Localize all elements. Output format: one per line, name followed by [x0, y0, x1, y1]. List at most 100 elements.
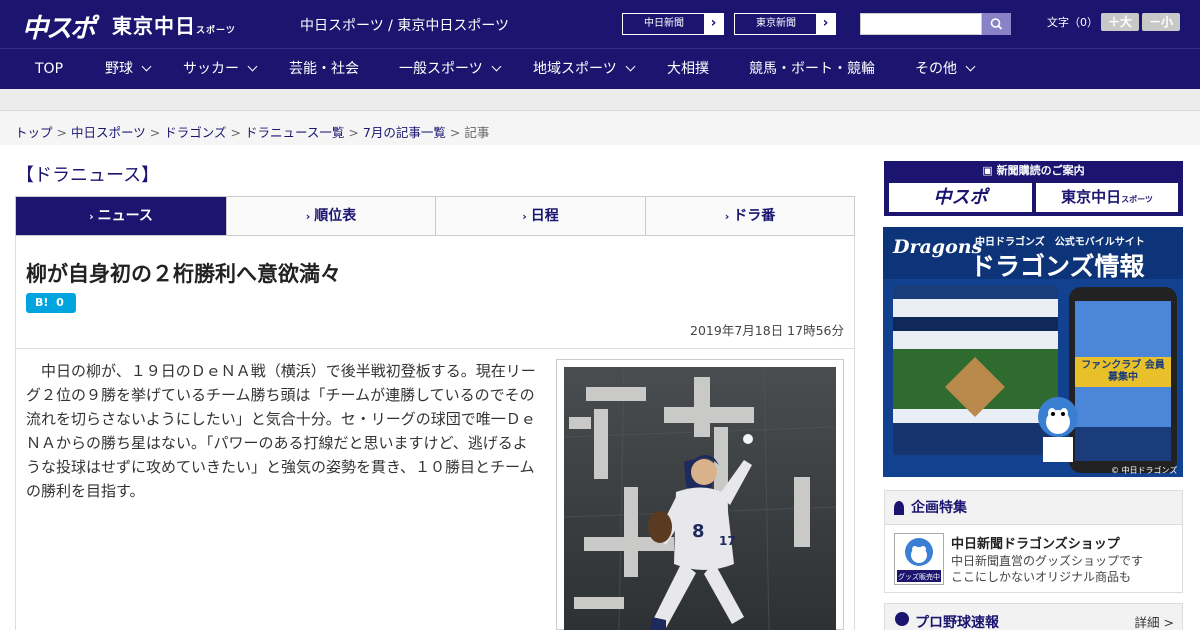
newspaper-icon: ▣	[982, 164, 997, 177]
breadcrumb-july-list[interactable]: 7月の記事一覧	[363, 125, 446, 140]
search-input[interactable]	[860, 13, 982, 35]
nav-item-soccer[interactable]: サッカー	[183, 49, 258, 90]
shop-title-link[interactable]: 中日新聞ドラゴンズショップ	[951, 533, 1120, 552]
article-photo[interactable]: 8 17	[564, 367, 836, 630]
site-header: 中スポ 東京中日スポーツ 中日スポーツ / 東京中日スポーツ 中日新聞 › 東京…	[0, 0, 1200, 48]
feature-heading-text: 企画特集	[911, 500, 967, 516]
news-tabs: › ニュース › 順位表 › 日程 › ドラ番	[15, 196, 855, 236]
breadcrumb-separator: >	[230, 125, 241, 140]
banner-copyright: © 中日ドラゴンズ	[1111, 466, 1178, 475]
tokyo-shimbun-link[interactable]: 東京新聞 ›	[734, 13, 836, 35]
breadcrumb-separator: >	[449, 125, 461, 140]
shop-thumbnail[interactable]: グッズ販売中	[894, 533, 944, 585]
chevron-right-icon: ›	[522, 210, 527, 223]
breadcrumb-separator: >	[56, 125, 67, 140]
svg-text:17: 17	[719, 534, 736, 548]
chevron-down-icon	[141, 61, 152, 72]
chevron-down-icon	[625, 61, 636, 72]
chevron-right-icon: ›	[89, 210, 94, 223]
nav-item-label: 野球	[105, 61, 133, 77]
tokyo-chunichi-subscribe-sub: スポーツ	[1121, 195, 1153, 204]
score-box: プロ野球速報 詳細 >	[884, 603, 1183, 630]
chunichi-shimbun-link[interactable]: 中日新聞 ›	[622, 13, 724, 35]
breadcrumb-dora-news-list[interactable]: ドラニュース一覧	[245, 125, 344, 140]
nav-item-label: 芸能・社会	[289, 61, 359, 77]
tokyo-chunichi-logo-text: 東京中日	[112, 14, 196, 38]
feature-box: 企画特集 グッズ販売中 中日新聞ドラゴンズショップ 中日新聞直営のグッズショップ…	[884, 490, 1183, 593]
nav-item-general-sports[interactable]: 一般スポーツ	[399, 49, 502, 90]
breadcrumb-current: 記事	[464, 125, 490, 140]
font-size-label: 文字（0）	[1047, 16, 1098, 29]
dragons-info-banner[interactable]: Dragons 中日ドラゴンズ 公式モバイルサイト ドラゴンズ情報 ファンクラブ…	[883, 227, 1183, 477]
banner-line2: ドラゴンズ情報	[970, 252, 1145, 281]
nav-item-label: サッカー	[183, 61, 239, 77]
shop-desc-line2: ここにしかないオリジナル商品も	[951, 570, 1132, 584]
ribbon-icon	[894, 501, 904, 515]
tab-dora-ban[interactable]: › ドラ番	[646, 197, 854, 235]
banner-badge: ファンクラブ 会員募集中	[1081, 360, 1165, 383]
chevron-right-icon: ›	[704, 14, 723, 34]
nav-item-label: 一般スポーツ	[399, 61, 483, 77]
hatena-icon: B!	[35, 296, 49, 309]
banner-brand: Dragons	[893, 236, 983, 258]
chevron-right-icon: ›	[305, 210, 311, 223]
nav-item-racing[interactable]: 競馬・ボート・競輪	[749, 49, 875, 90]
shop-thumb-label: グッズ販売中	[898, 573, 940, 581]
feature-heading: 企画特集	[885, 491, 1182, 525]
sub-bar	[0, 89, 1200, 111]
score-details-link[interactable]: 詳細 >	[1135, 612, 1174, 630]
category-heading: 【ドラニュース】	[16, 165, 160, 186]
hatena-bookmark-button[interactable]: B! 0	[26, 293, 76, 313]
search-button[interactable]	[982, 13, 1011, 35]
nav-item-baseball[interactable]: 野球	[105, 49, 152, 90]
nav-item-top[interactable]: TOP	[35, 49, 63, 90]
chunichi-shimbun-label: 中日新聞	[644, 18, 684, 29]
svg-text:8: 8	[692, 521, 705, 542]
nav-item-local-sports[interactable]: 地域スポーツ	[533, 49, 636, 90]
tokyo-chunichi-subscribe-button[interactable]: 東京中日スポーツ	[1036, 183, 1178, 212]
breadcrumb: トップ > 中日スポーツ > ドラゴンズ > ドラニュース一覧 >7月の記事一覧 > 記事	[15, 122, 489, 141]
breadcrumb-separator: >	[348, 125, 359, 140]
tokyo-chunichi-subscribe-label: 東京中日	[1061, 188, 1122, 206]
tab-label: ドラ番	[733, 208, 776, 224]
tab-standings[interactable]: › 順位表	[227, 197, 436, 235]
tab-news[interactable]: › ニュース	[16, 197, 227, 235]
tokyo-chunichi-logo[interactable]: 東京中日スポーツ	[112, 10, 236, 39]
chevron-right-icon: ›	[816, 14, 835, 34]
nav-item-label: 競馬・ボート・競輪	[749, 61, 875, 77]
breadcrumb-dragons[interactable]: ドラゴンズ	[164, 125, 226, 140]
nav-item-sumo[interactable]: 大相撲	[667, 49, 709, 90]
breadcrumb-separator: >	[149, 125, 161, 140]
tab-label: ニュース	[97, 208, 153, 224]
font-smaller-button[interactable]: －小	[1142, 13, 1180, 31]
chuspo-logo[interactable]: 中スポ	[22, 8, 96, 45]
chuspo-subscribe-button[interactable]: 中スポ	[889, 183, 1032, 212]
tab-schedule[interactable]: › 日程	[436, 197, 646, 235]
nav-item-label: 地域スポーツ	[533, 61, 617, 77]
article-date: 2019年7月18日 17時56分	[690, 323, 844, 338]
shop-description: 中日新聞直営のグッズショップです ここにしかないオリジナル商品も	[951, 553, 1143, 585]
subscription-heading: ▣ 新聞購読のご案内	[884, 161, 1183, 181]
search-icon	[990, 18, 1003, 30]
banner-line1: 中日ドラゴンズ 公式モバイルサイト	[975, 237, 1145, 248]
subscription-heading-text: 新聞購読のご案内	[996, 164, 1085, 177]
font-larger-button[interactable]: ＋大	[1101, 13, 1139, 31]
tokyo-shimbun-label: 東京新聞	[756, 18, 796, 29]
tab-label: 日程	[530, 208, 559, 224]
article-title: 柳が自身初の２桁勝利へ意欲満々	[26, 262, 341, 286]
site-name: 中日スポーツ / 東京中日スポーツ	[300, 18, 510, 34]
tokyo-chunichi-logo-sub: スポーツ	[196, 26, 236, 36]
tab-label: 順位表	[314, 208, 357, 224]
nav-item-entertainment[interactable]: 芸能・社会	[289, 49, 359, 90]
score-heading: プロ野球速報	[915, 615, 999, 630]
breadcrumb-top[interactable]: トップ	[15, 125, 53, 140]
chevron-down-icon	[247, 61, 258, 72]
nav-item-label: 大相撲	[667, 61, 709, 77]
subscription-box: ▣ 新聞購読のご案内 中スポ 東京中日スポーツ	[884, 161, 1183, 216]
chevron-right-icon: ›	[724, 210, 730, 223]
shop-desc-line1: 中日新聞直営のグッズショップです	[951, 554, 1144, 568]
article-body: 中日の柳が、１９日のＤｅＮＡ戦（横浜）で後半戦初登板する。現在リーグ２位の９勝を…	[26, 362, 536, 500]
baseball-icon	[895, 612, 909, 626]
nav-item-other[interactable]: その他	[915, 49, 976, 90]
breadcrumb-chuspo[interactable]: 中日スポーツ	[71, 125, 146, 140]
